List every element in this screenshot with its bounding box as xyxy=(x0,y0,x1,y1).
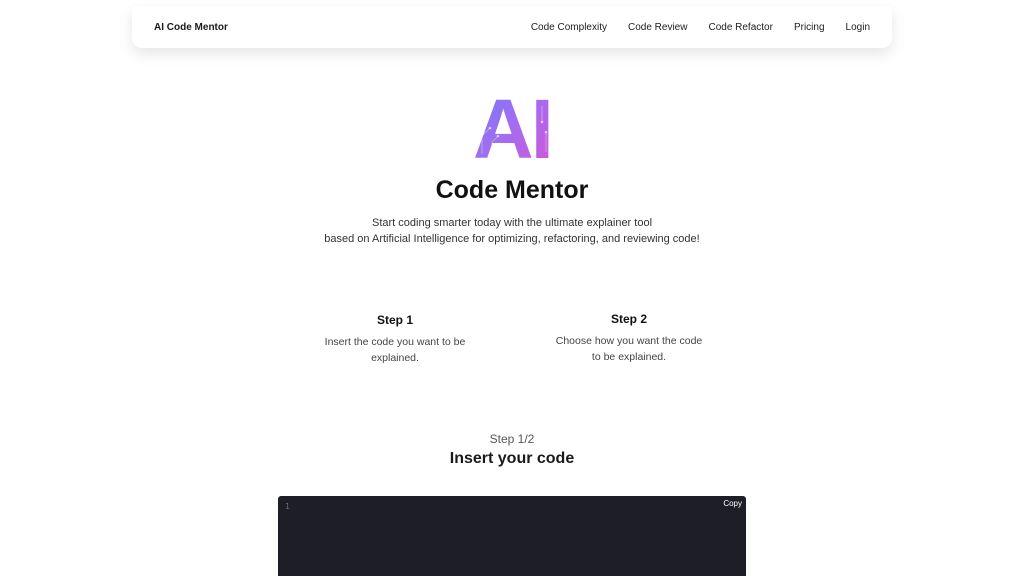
step-card-2: Step 2 Choose how you want the code to b… xyxy=(552,312,706,365)
ai-logo-text: AI xyxy=(473,92,551,162)
nav-link-code-review[interactable]: Code Review xyxy=(628,22,687,33)
brand-link[interactable]: AI Code Mentor xyxy=(154,22,228,33)
hero-subtitle: Start coding smarter today with the ulti… xyxy=(0,215,1024,247)
step-1-description: Insert the code you want to be explained… xyxy=(324,336,466,364)
step-2-description: Choose how you want the code to be expla… xyxy=(555,335,703,363)
nav-link-pricing[interactable]: Pricing xyxy=(794,22,825,33)
hero-title: Code Mentor xyxy=(435,176,589,204)
step-2-title: Step 2 xyxy=(610,312,647,326)
step-counter: Step 1/2 xyxy=(489,432,535,446)
nav-link-login[interactable]: Login xyxy=(846,22,870,33)
nav-links: Code Complexity Code Review Code Refacto… xyxy=(531,22,870,33)
hero-subtitle-line-1: Start coding smarter today with the ulti… xyxy=(371,217,653,229)
insert-code-title: Insert your code xyxy=(449,450,575,467)
step-1-title: Step 1 xyxy=(376,313,413,327)
page: AI Code Mentor Code Complexity Code Revi… xyxy=(0,0,1024,576)
hero-subtitle-line-2: based on Artificial Intelligence for opt… xyxy=(324,233,700,245)
code-editor[interactable]: 1 Copy xyxy=(278,496,746,576)
nav-link-code-complexity[interactable]: Code Complexity xyxy=(531,22,607,33)
ai-logo: AI xyxy=(473,92,554,162)
nav-link-code-refactor[interactable]: Code Refactor xyxy=(708,22,772,33)
navbar: AI Code Mentor Code Complexity Code Revi… xyxy=(132,6,892,48)
line-number: 1 xyxy=(285,502,290,511)
copy-button[interactable]: Copy xyxy=(723,499,742,508)
step-card-1: Step 1 Insert the code you want to be ex… xyxy=(318,313,472,366)
